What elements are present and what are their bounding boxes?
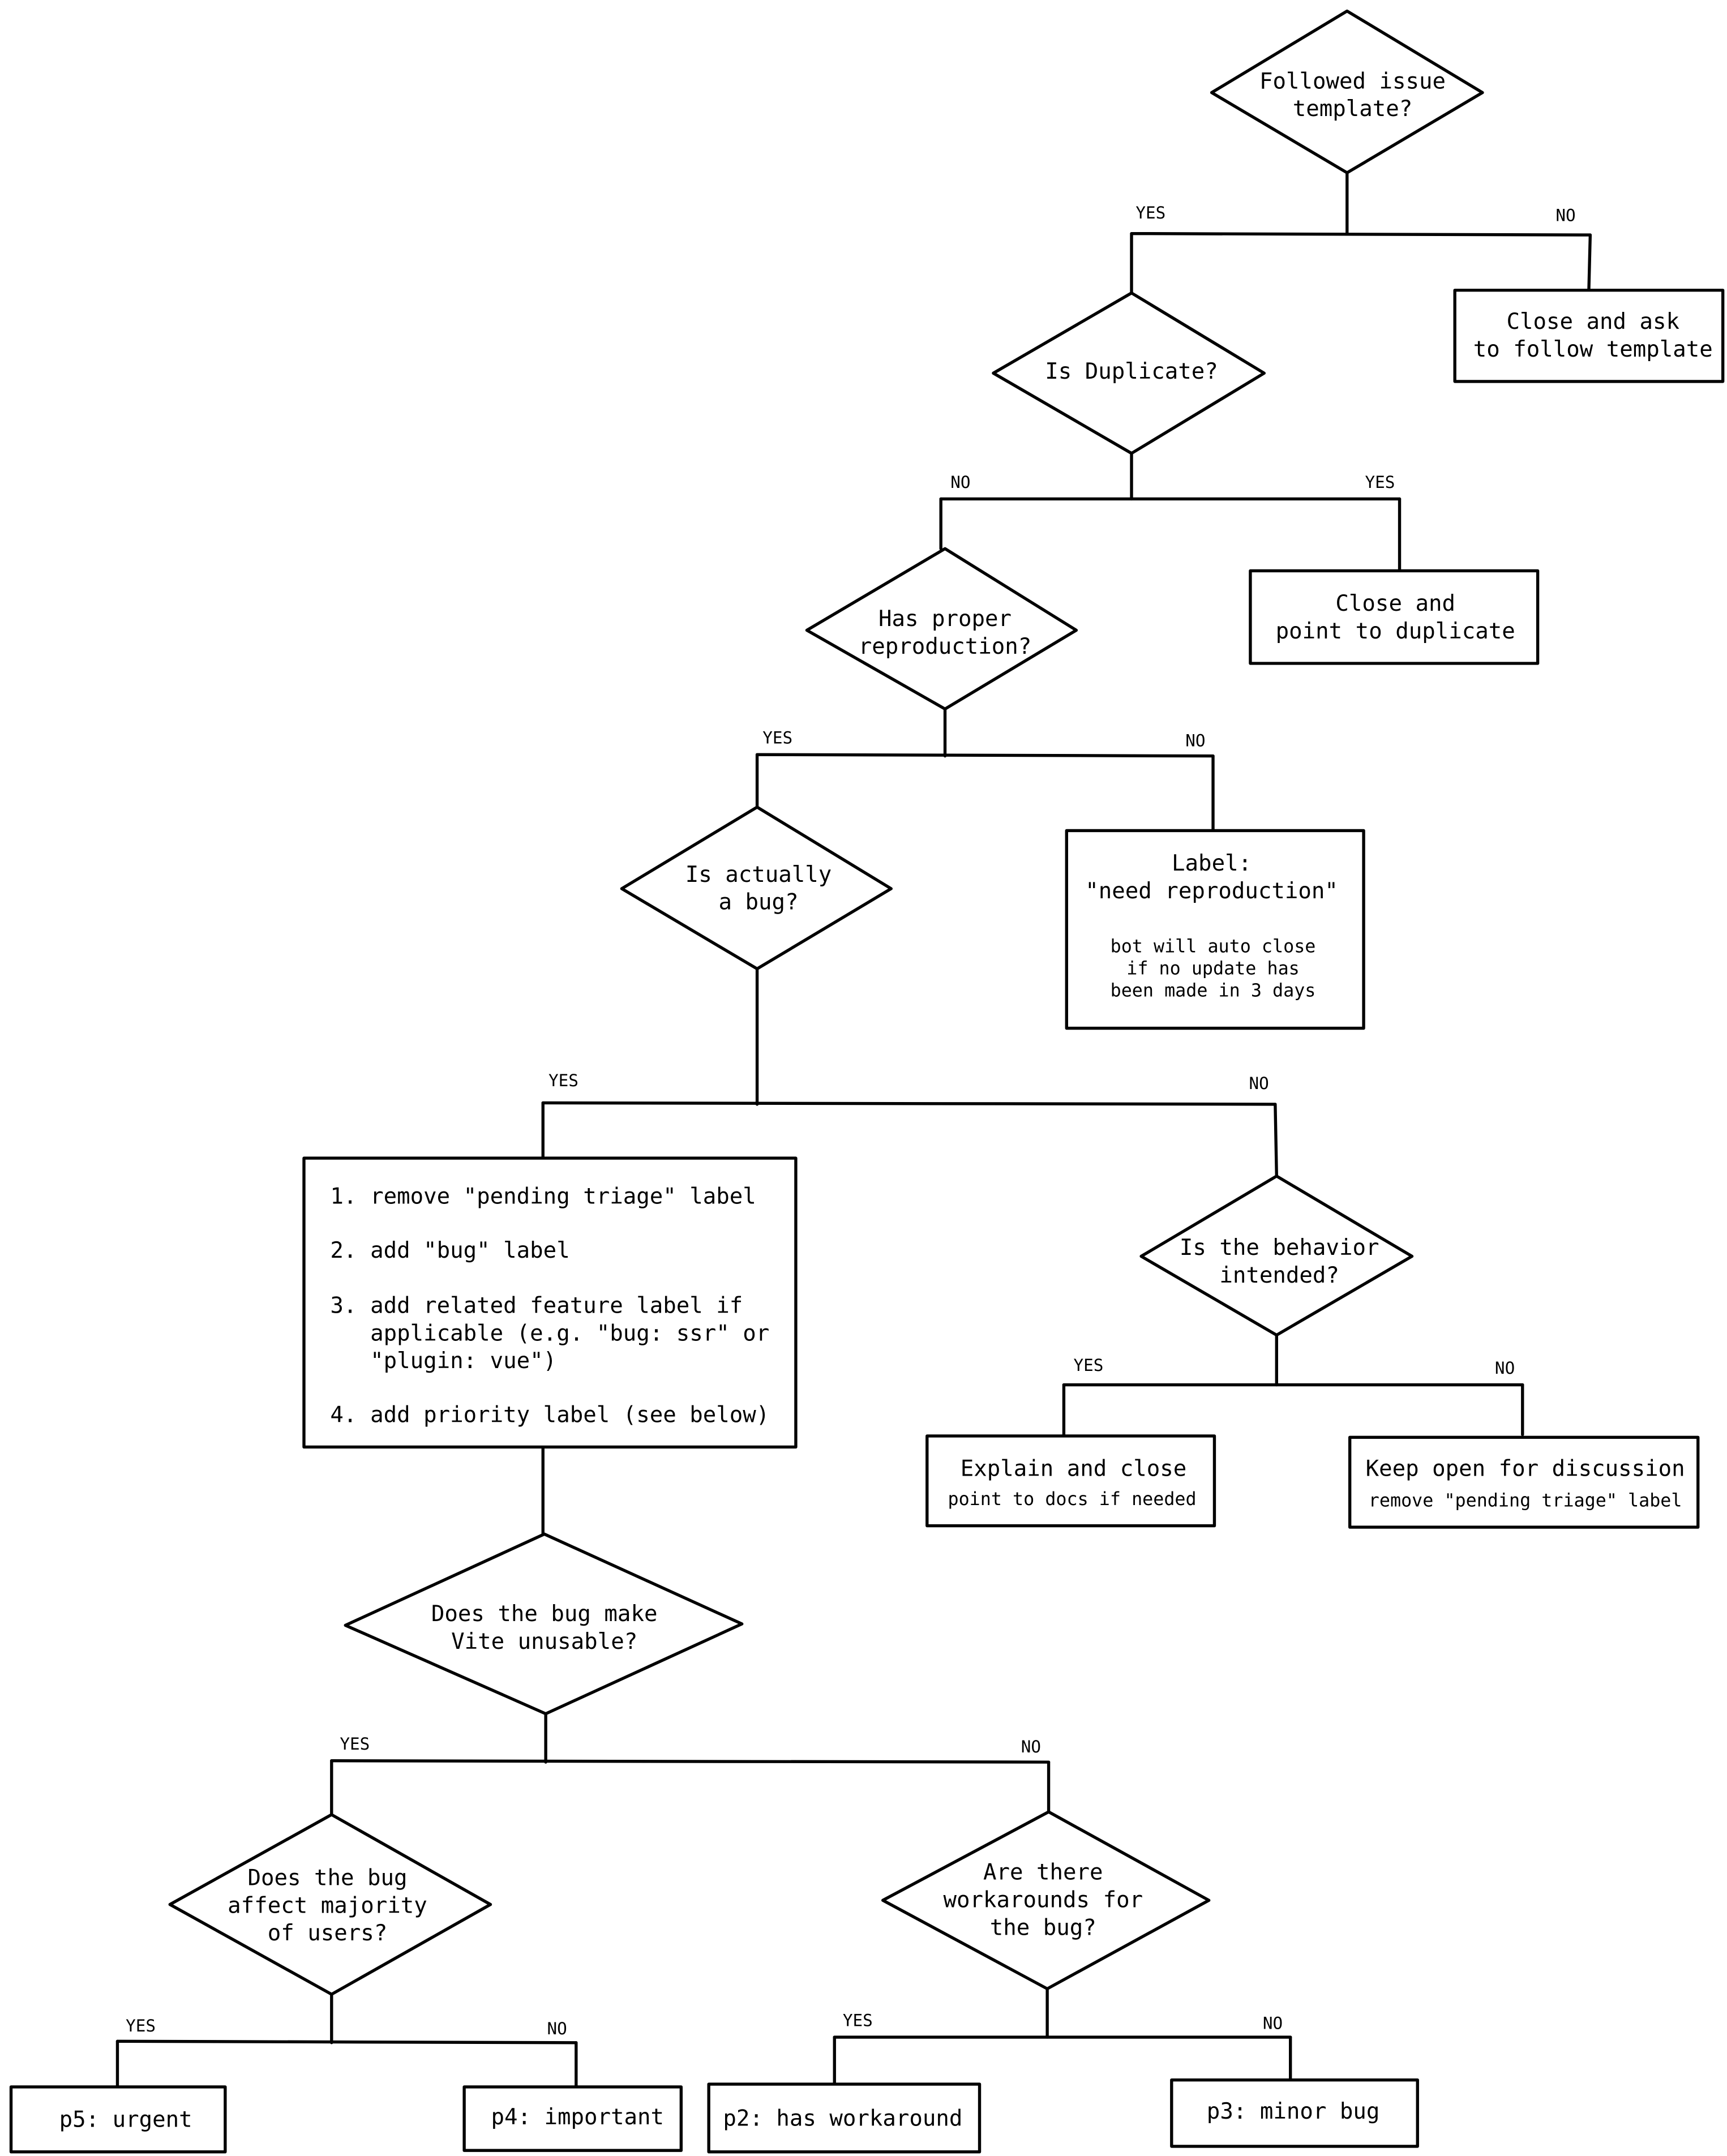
branch-label-no: NO <box>950 473 970 492</box>
action-close-duplicate: Close and point to duplicate <box>1249 569 1540 665</box>
action-bug-steps: 1. remove "pending triage" label 2. add … <box>302 1156 798 1449</box>
step-text: applicable (e.g. "bug: ssr" or <box>370 1321 769 1346</box>
action-keep-open: Keep open for discussion remove "pending… <box>1348 1435 1700 1529</box>
branch-label-yes: YES <box>548 1071 578 1090</box>
branch-label-yes: YES <box>1135 203 1165 222</box>
decision-is-duplicate: Is Duplicate? <box>992 291 1266 455</box>
priority-label: p2: has workaround <box>723 2106 962 2131</box>
node-text-line: Explain and close <box>961 1456 1187 1482</box>
step-item: 4. add priority label (see below) <box>330 1402 769 1428</box>
node-note-line: remove "pending triage" label <box>1369 1490 1682 1511</box>
branch-label-no: NO <box>1249 1074 1269 1093</box>
node-text-line: Is Duplicate? <box>1045 359 1218 384</box>
action-box <box>1249 569 1540 665</box>
step-text: add "bug" label <box>370 1238 570 1263</box>
action-box <box>1348 1435 1700 1529</box>
branch-label-yes: YES <box>1365 473 1395 492</box>
decision-diamond <box>620 805 893 971</box>
node-text-line: Is the behavior <box>1180 1235 1379 1261</box>
node-text-line: Are there <box>983 1860 1103 1885</box>
action-close-ask-template: Close and ask to follow template <box>1453 289 1725 383</box>
node-note-line: if no update has <box>1126 958 1299 979</box>
priority-label: p5: urgent <box>59 2107 192 2133</box>
branch-label-yes: YES <box>843 2011 873 2030</box>
node-note-line: bot will auto close <box>1111 936 1316 957</box>
node-text-line: the bug? <box>990 1915 1096 1940</box>
step-number: 4. <box>330 1402 357 1428</box>
edge-followed-template-bar <box>1130 232 1592 237</box>
step-text: remove "pending triage" label <box>370 1184 756 1210</box>
edge-vite-unusable-bar <box>330 1759 1051 1764</box>
decision-workarounds: Are there workarounds for the bug? <box>881 1810 1211 1991</box>
step-text: add related feature label if <box>370 1293 743 1319</box>
priority-label: p3: minor bug <box>1207 2099 1380 2124</box>
branch-label-yes: YES <box>126 2016 156 2035</box>
action-need-reproduction: Label: "need reproduction" bot will auto… <box>1065 829 1365 1030</box>
edge-has-reproduction-bar <box>755 753 1215 758</box>
node-text-line: Label: <box>1172 851 1252 876</box>
decision-vite-unusable: Does the bug make Vite unusable? <box>344 1532 744 1716</box>
node-text-line: Keep open for discussion <box>1366 1456 1685 1482</box>
action-box <box>1453 289 1725 383</box>
action-p2-has-workaround: p2: has workaround <box>707 2082 982 2154</box>
node-text-line: intended? <box>1219 1263 1339 1288</box>
node-text-line: Does the bug <box>247 1865 407 1891</box>
node-text-line: "need reproduction" <box>1085 878 1338 904</box>
priority-label: p4: important <box>491 2104 664 2130</box>
step-item: 1. remove "pending triage" label <box>330 1184 756 1210</box>
branch-label-no: NO <box>1185 731 1205 750</box>
step-number: 2. <box>330 1238 357 1263</box>
node-text-line: to follow template <box>1473 337 1713 362</box>
decision-has-reproduction: Has proper reproduction? <box>805 547 1078 711</box>
edge-to-close-ask-template <box>1587 233 1592 292</box>
branch-label-no: NO <box>547 2019 567 2038</box>
step-number: 1. <box>330 1184 357 1210</box>
branch-label-no: NO <box>1021 1737 1041 1756</box>
decision-is-bug: Is actually a bug? <box>620 805 893 971</box>
edge-is-bug-bar <box>541 1101 1277 1106</box>
node-text-line: a bug? <box>718 890 798 915</box>
node-text-line: template? <box>1293 96 1413 122</box>
node-note-line: been made in 3 days <box>1111 980 1316 1001</box>
issue-triage-flowchart: YES NO NO YES YES NO YES NO YES NO YES N… <box>9 9 1725 2154</box>
node-text-line: Is actually <box>685 862 832 888</box>
decision-affect-majority: Does the bug affect majority of users? <box>168 1813 492 1996</box>
node-text-line: reproduction? <box>859 634 1032 659</box>
action-p4-important: p4: important <box>462 2085 683 2152</box>
branch-label-no: NO <box>1555 206 1575 225</box>
node-text-line: Close and ask <box>1506 309 1679 335</box>
edge-affect-majority-bar <box>115 2039 578 2044</box>
node-text-line: point to duplicate <box>1276 619 1515 644</box>
step-text: add priority label (see below) <box>370 1402 769 1428</box>
node-text-line: of users? <box>268 1921 388 1946</box>
branch-label-yes: YES <box>1074 1356 1104 1375</box>
branch-label-yes: YES <box>762 728 792 748</box>
node-text-line: Has proper <box>879 606 1012 632</box>
decision-behavior-intended: Is the behavior intended? <box>1139 1175 1414 1337</box>
branch-label-yes: YES <box>340 1734 370 1754</box>
decision-followed-template: Followed issue template? <box>1210 9 1484 174</box>
node-text-line: workarounds for <box>944 1887 1143 1913</box>
branch-label-no: NO <box>1263 2013 1283 2033</box>
node-text-line: Followed issue <box>1259 68 1446 94</box>
action-p3-minor-bug: p3: minor bug <box>1170 2078 1419 2148</box>
node-text-line: Close and <box>1335 591 1455 616</box>
edge-to-behavior-intended <box>1274 1103 1278 1178</box>
action-p5-urgent: p5: urgent <box>9 2085 227 2154</box>
node-text-line: affect majority <box>228 1893 427 1918</box>
action-explain-close: Explain and close point to docs if neede… <box>925 1434 1216 1528</box>
step-number: 3. <box>330 1293 357 1319</box>
connectors <box>115 171 1592 2089</box>
node-text-line: Does the bug make <box>431 1601 658 1627</box>
branch-label-no: NO <box>1495 1358 1515 1378</box>
node-note-line: point to docs if needed <box>948 1489 1196 1510</box>
step-text: "plugin: vue") <box>370 1348 556 1374</box>
node-text-line: Vite unusable? <box>451 1629 637 1654</box>
